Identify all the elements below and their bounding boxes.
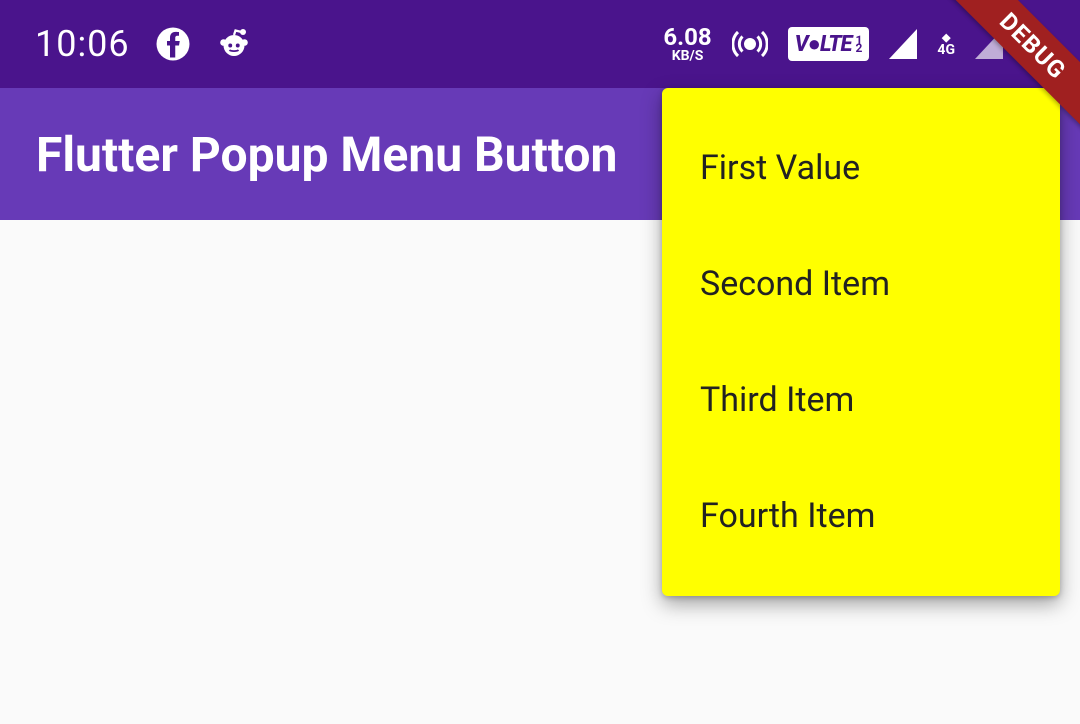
status-time: 10:06 [35,23,130,65]
menu-item-fourth[interactable]: Fourth Item [662,458,1060,574]
network-speed-unit: KB/S [672,49,704,63]
volte-text: V●LTE [795,31,852,57]
network-speed-value: 6.08 [663,25,711,49]
status-bar: 10:06 6.08 KB/S V●LTE 12 ◆ 4G [0,0,1080,88]
status-left-group: 10:06 [35,23,252,65]
popup-menu: First Value Second Item Third Item Fourt… [662,88,1060,596]
app-title: Flutter Popup Menu Button [36,126,617,183]
reddit-icon [216,26,252,62]
volte-badge: V●LTE 12 [788,27,870,61]
hotspot-icon [732,26,768,62]
menu-item-third[interactable]: Third Item [662,342,1060,458]
signal-1-icon [889,29,917,59]
network-speed: 6.08 KB/S [663,25,711,63]
signal-label: 4G [937,43,955,57]
menu-item-second[interactable]: Second Item [662,226,1060,342]
facebook-icon [155,26,191,62]
4g-indicator: ◆ 4G [937,32,955,57]
volte-sim-num: 12 [856,36,863,53]
menu-item-first[interactable]: First Value [662,110,1060,226]
